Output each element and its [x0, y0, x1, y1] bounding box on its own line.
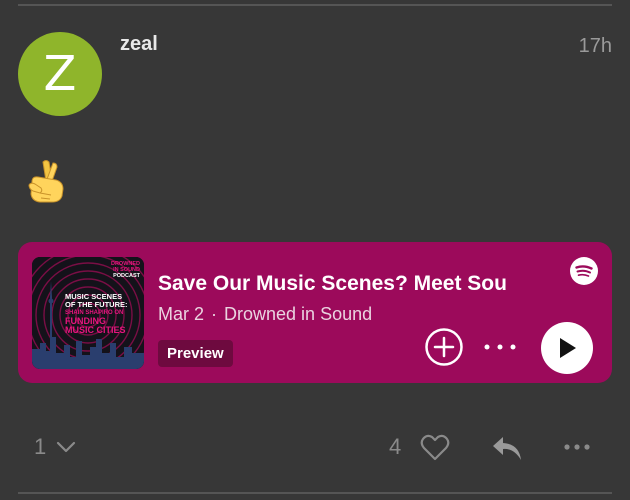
episode-title[interactable]: Save Our Music Scenes? Meet Sou — [158, 272, 543, 296]
reply-count: 1 — [34, 434, 47, 459]
preview-badge: Preview — [158, 340, 233, 367]
username[interactable]: zeal — [120, 33, 158, 56]
cover-brand-line3: PODCAST — [113, 273, 140, 279]
heart-icon[interactable] — [420, 434, 450, 461]
podcast-cover-art: DROWNED IN SOUND PODCAST MUSIC SCENES OF… — [32, 257, 144, 369]
add-circle-icon[interactable] — [424, 327, 464, 367]
show-name[interactable]: Drowned in Sound — [224, 304, 372, 324]
chevron-down-icon — [57, 441, 76, 453]
cover-heading-line2: OF THE FUTURE: — [65, 300, 128, 309]
episode-date: Mar 2 — [158, 304, 205, 324]
play-button[interactable] — [541, 322, 593, 374]
post-more-icon[interactable] — [564, 440, 590, 454]
top-divider — [18, 4, 612, 6]
replies-toggle[interactable]: 1 — [34, 434, 76, 460]
more-horizontal-icon[interactable] — [482, 337, 518, 357]
spotify-embed-card[interactable]: DROWNED IN SOUND PODCAST MUSIC SCENES OF… — [18, 242, 612, 383]
play-icon — [560, 338, 576, 358]
post-timestamp[interactable]: 17h — [579, 35, 612, 58]
reply-icon[interactable] — [491, 434, 523, 462]
meta-separator: · — [211, 304, 218, 324]
like-count[interactable]: 4 — [389, 434, 401, 460]
bottom-divider — [18, 492, 612, 494]
episode-meta: Mar 2 · Drowned in Sound — [158, 304, 372, 325]
avatar-letter: Z — [43, 46, 77, 102]
avatar[interactable]: Z — [18, 32, 102, 116]
cover-highlight-line2: MUSIC CITIES — [65, 325, 126, 335]
spotify-icon[interactable] — [570, 257, 598, 285]
crossed-fingers-icon — [28, 160, 64, 203]
